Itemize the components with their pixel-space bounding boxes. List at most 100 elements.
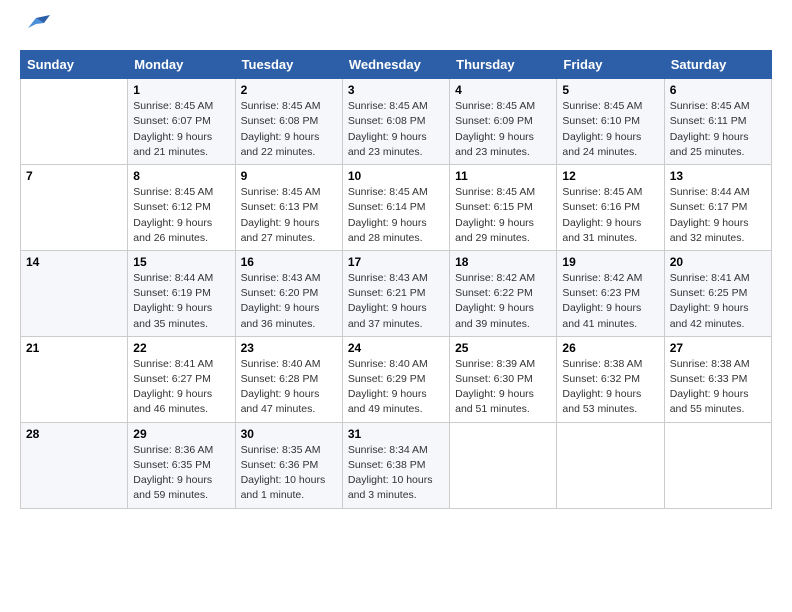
day-number: 5 <box>562 83 658 97</box>
day-info: Sunrise: 8:45 AMSunset: 6:15 PMDaylight:… <box>455 185 551 246</box>
day-info: Sunrise: 8:34 AMSunset: 6:38 PMDaylight:… <box>348 443 444 504</box>
day-number: 20 <box>670 255 766 269</box>
day-info: Sunrise: 8:45 AMSunset: 6:10 PMDaylight:… <box>562 99 658 160</box>
calendar-cell: 27Sunrise: 8:38 AMSunset: 6:33 PMDayligh… <box>664 336 771 422</box>
page: SundayMondayTuesdayWednesdayThursdayFrid… <box>0 0 792 529</box>
day-info: Sunrise: 8:42 AMSunset: 6:23 PMDaylight:… <box>562 271 658 332</box>
day-number: 24 <box>348 341 444 355</box>
calendar-cell: 10Sunrise: 8:45 AMSunset: 6:14 PMDayligh… <box>342 165 449 251</box>
calendar-cell: 23 Sunrise: 8:40 AMSunset: 6:28 PMDayligh… <box>235 336 342 422</box>
day-info: Sunrise: 8:43 AMSunset: 6:21 PMDaylight:… <box>348 271 444 332</box>
calendar-cell: 5 Sunrise: 8:45 AMSunset: 6:10 PMDaylight… <box>557 79 664 165</box>
weekday-header-thursday: Thursday <box>450 51 557 79</box>
calendar-cell: 22Sunrise: 8:41 AMSunset: 6:27 PMDayligh… <box>128 336 235 422</box>
calendar-cell <box>450 422 557 508</box>
day-info: Sunrise: 8:42 AMSunset: 6:22 PMDaylight:… <box>455 271 551 332</box>
logo-bird-icon <box>22 10 50 38</box>
day-number: 8 <box>133 169 229 183</box>
day-number: 21 <box>26 341 122 355</box>
calendar-cell <box>21 79 128 165</box>
day-info: Sunrise: 8:45 AMSunset: 6:12 PMDaylight:… <box>133 185 229 246</box>
day-info: Sunrise: 8:40 AMSunset: 6:28 PMDaylight:… <box>241 357 337 418</box>
day-number: 10 <box>348 169 444 183</box>
calendar-week-row: 21 22Sunrise: 8:41 AMSunset: 6:27 PMDayli… <box>21 336 772 422</box>
day-number: 13 <box>670 169 766 183</box>
day-number: 19 <box>562 255 658 269</box>
header <box>20 16 772 40</box>
day-info: Sunrise: 8:45 AMSunset: 6:13 PMDaylight:… <box>241 185 337 246</box>
calendar-cell: 28 <box>21 422 128 508</box>
calendar-cell: 4 Sunrise: 8:45 AMSunset: 6:09 PMDaylight… <box>450 79 557 165</box>
day-info: Sunrise: 8:45 AMSunset: 6:08 PMDaylight:… <box>348 99 444 160</box>
day-info: Sunrise: 8:45 AMSunset: 6:11 PMDaylight:… <box>670 99 766 160</box>
calendar-week-row: 1 Sunrise: 8:45 AMSunset: 6:07 PMDaylight… <box>21 79 772 165</box>
day-number: 31 <box>348 427 444 441</box>
calendar-cell: 8 Sunrise: 8:45 AMSunset: 6:12 PMDaylight… <box>128 165 235 251</box>
calendar-cell: 25Sunrise: 8:39 AMSunset: 6:30 PMDayligh… <box>450 336 557 422</box>
calendar-cell: 14 <box>21 250 128 336</box>
calendar-cell: 24 Sunrise: 8:40 AMSunset: 6:29 PMDayligh… <box>342 336 449 422</box>
day-number: 16 <box>241 255 337 269</box>
weekday-header-monday: Monday <box>128 51 235 79</box>
calendar-cell: 2 Sunrise: 8:45 AMSunset: 6:08 PMDaylight… <box>235 79 342 165</box>
weekday-header-row: SundayMondayTuesdayWednesdayThursdayFrid… <box>21 51 772 79</box>
day-number: 29 <box>133 427 229 441</box>
weekday-header-tuesday: Tuesday <box>235 51 342 79</box>
day-number: 1 <box>133 83 229 97</box>
calendar-cell: 21 <box>21 336 128 422</box>
day-number: 2 <box>241 83 337 97</box>
day-number: 7 <box>26 169 122 183</box>
day-info: Sunrise: 8:45 AMSunset: 6:08 PMDaylight:… <box>241 99 337 160</box>
calendar-cell: 11 Sunrise: 8:45 AMSunset: 6:15 PMDayligh… <box>450 165 557 251</box>
day-number: 22 <box>133 341 229 355</box>
day-info: Sunrise: 8:35 AMSunset: 6:36 PMDaylight:… <box>241 443 337 504</box>
calendar-cell: 31 Sunrise: 8:34 AMSunset: 6:38 PMDayligh… <box>342 422 449 508</box>
day-number: 3 <box>348 83 444 97</box>
calendar-cell: 15 Sunrise: 8:44 AMSunset: 6:19 PMDayligh… <box>128 250 235 336</box>
calendar-cell: 29Sunrise: 8:36 AMSunset: 6:35 PMDayligh… <box>128 422 235 508</box>
weekday-header-friday: Friday <box>557 51 664 79</box>
calendar-cell <box>557 422 664 508</box>
day-number: 6 <box>670 83 766 97</box>
calendar-cell: 20 Sunrise: 8:41 AMSunset: 6:25 PMDayligh… <box>664 250 771 336</box>
calendar-cell: 17 Sunrise: 8:43 AMSunset: 6:21 PMDayligh… <box>342 250 449 336</box>
calendar-week-row: 78 Sunrise: 8:45 AMSunset: 6:12 PMDayligh… <box>21 165 772 251</box>
day-info: Sunrise: 8:45 AMSunset: 6:16 PMDaylight:… <box>562 185 658 246</box>
calendar-table: SundayMondayTuesdayWednesdayThursdayFrid… <box>20 50 772 508</box>
day-number: 23 <box>241 341 337 355</box>
calendar-cell: 9 Sunrise: 8:45 AMSunset: 6:13 PMDaylight… <box>235 165 342 251</box>
calendar-cell: 1 Sunrise: 8:45 AMSunset: 6:07 PMDaylight… <box>128 79 235 165</box>
calendar-week-row: 14 15 Sunrise: 8:44 AMSunset: 6:19 PMDayli… <box>21 250 772 336</box>
day-info: Sunrise: 8:45 AMSunset: 6:07 PMDaylight:… <box>133 99 229 160</box>
calendar-cell: 30Sunrise: 8:35 AMSunset: 6:36 PMDayligh… <box>235 422 342 508</box>
weekday-header-saturday: Saturday <box>664 51 771 79</box>
day-info: Sunrise: 8:38 AMSunset: 6:33 PMDaylight:… <box>670 357 766 418</box>
logo <box>20 16 50 40</box>
day-info: Sunrise: 8:44 AMSunset: 6:19 PMDaylight:… <box>133 271 229 332</box>
day-info: Sunrise: 8:43 AMSunset: 6:20 PMDaylight:… <box>241 271 337 332</box>
calendar-cell: 13 Sunrise: 8:44 AMSunset: 6:17 PMDayligh… <box>664 165 771 251</box>
day-number: 9 <box>241 169 337 183</box>
day-number: 26 <box>562 341 658 355</box>
day-info: Sunrise: 8:45 AMSunset: 6:09 PMDaylight:… <box>455 99 551 160</box>
calendar-cell: 12 Sunrise: 8:45 AMSunset: 6:16 PMDayligh… <box>557 165 664 251</box>
day-number: 14 <box>26 255 122 269</box>
day-number: 4 <box>455 83 551 97</box>
calendar-cell: 19 Sunrise: 8:42 AMSunset: 6:23 PMDayligh… <box>557 250 664 336</box>
calendar-cell: 7 <box>21 165 128 251</box>
day-number: 15 <box>133 255 229 269</box>
day-info: Sunrise: 8:40 AMSunset: 6:29 PMDaylight:… <box>348 357 444 418</box>
day-info: Sunrise: 8:44 AMSunset: 6:17 PMDaylight:… <box>670 185 766 246</box>
day-number: 12 <box>562 169 658 183</box>
day-number: 11 <box>455 169 551 183</box>
calendar-cell: 16 Sunrise: 8:43 AMSunset: 6:20 PMDayligh… <box>235 250 342 336</box>
day-info: Sunrise: 8:39 AMSunset: 6:30 PMDaylight:… <box>455 357 551 418</box>
calendar-cell: 26 Sunrise: 8:38 AMSunset: 6:32 PMDayligh… <box>557 336 664 422</box>
day-info: Sunrise: 8:38 AMSunset: 6:32 PMDaylight:… <box>562 357 658 418</box>
day-number: 17 <box>348 255 444 269</box>
weekday-header-wednesday: Wednesday <box>342 51 449 79</box>
day-number: 28 <box>26 427 122 441</box>
day-number: 18 <box>455 255 551 269</box>
day-info: Sunrise: 8:41 AMSunset: 6:25 PMDaylight:… <box>670 271 766 332</box>
calendar-cell: 18 Sunrise: 8:42 AMSunset: 6:22 PMDayligh… <box>450 250 557 336</box>
